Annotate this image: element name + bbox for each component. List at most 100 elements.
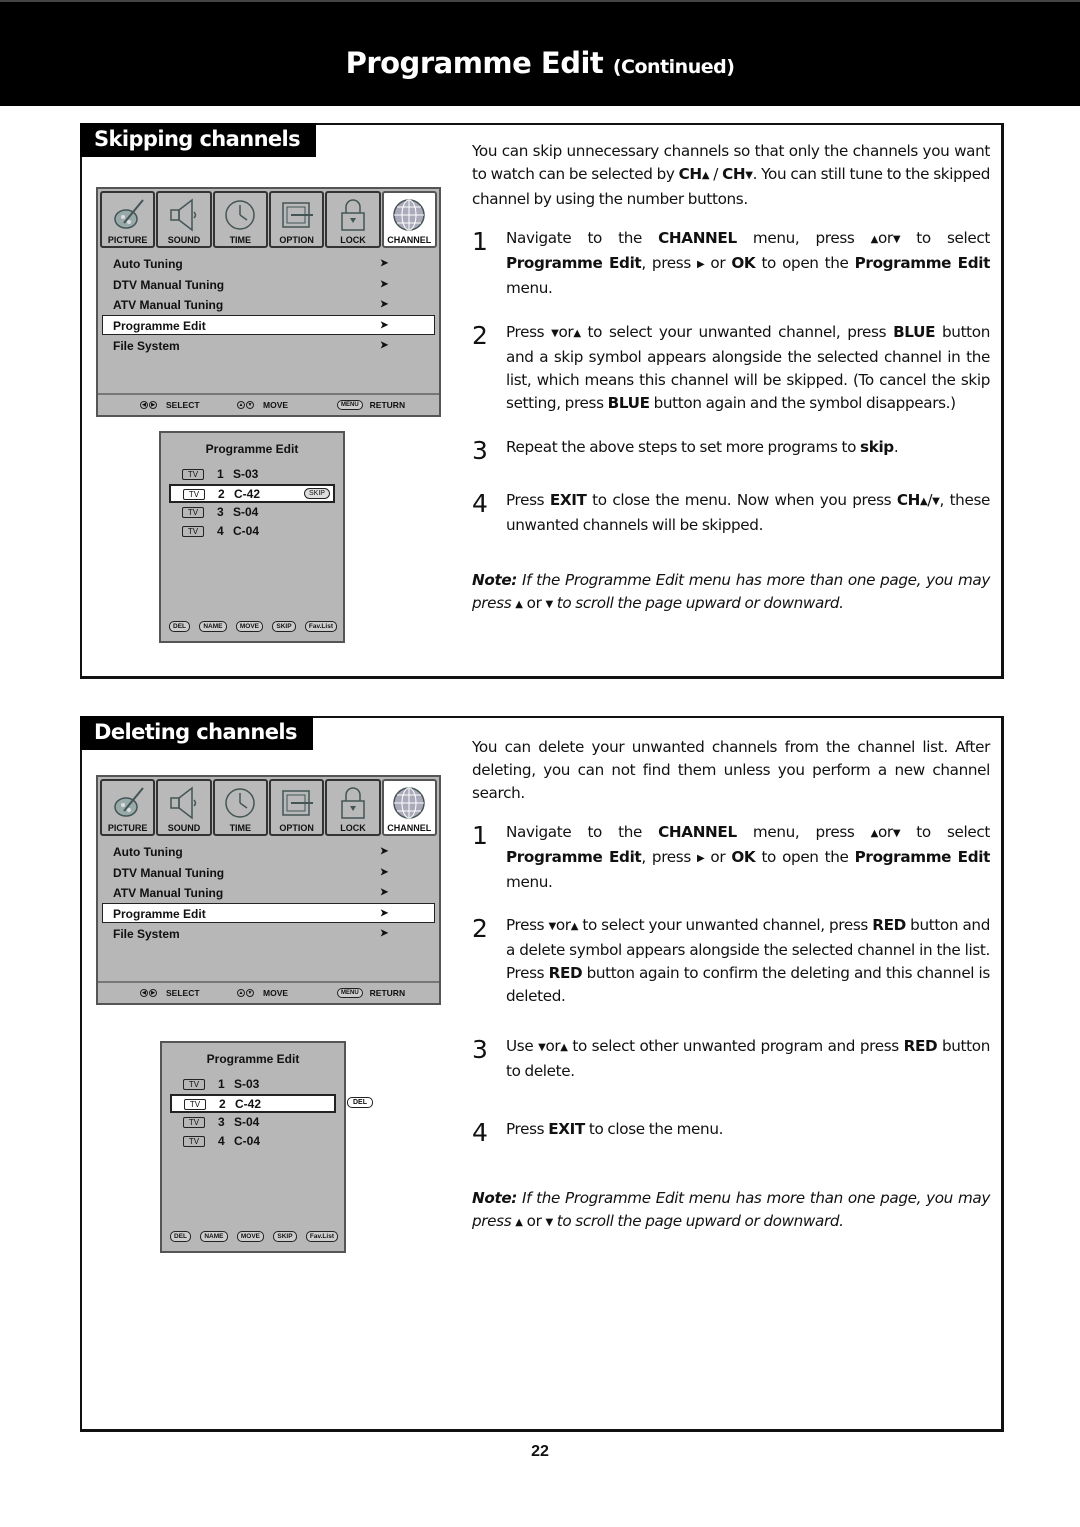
menu-item[interactable]: ATV Manual Tuning ➤ [102,882,435,903]
tab-option[interactable]: OPTION [268,779,325,836]
down-triangle-icon: ▼ [745,170,753,181]
section-title: Deleting channels [80,716,313,750]
chevron-right-icon: ➤ [380,340,389,351]
up-triangle-icon: ▲ [515,599,523,610]
tab-label: LOCK [340,235,366,245]
picture-icon [110,785,146,821]
tab-sound[interactable]: SOUND [156,779,212,836]
channel-row[interactable]: TV 1 S-03 [169,465,335,484]
tab-lock[interactable]: LOCK [325,779,381,836]
channel-name: C-42 [234,487,261,501]
channel-row[interactable]: TV 2 C-42 SKIP [169,484,335,503]
skipping-text: You can skip unnecessary channels so tha… [472,140,990,617]
del-button[interactable]: DEL [169,621,190,632]
chevron-right-icon: ➤ [380,866,389,878]
menu-item[interactable]: Programme Edit ➤ [102,314,435,335]
tab-channel[interactable]: CHANNEL [381,779,437,836]
tab-label: CHANNEL [387,235,432,245]
tab-label: OPTION [279,235,314,245]
fav-list-button[interactable]: Fav.List [305,1231,338,1242]
title-subtitle: (Continued) [612,56,735,78]
step-3: 3 Use ▼or▲ to select other unwanted prog… [472,1035,990,1081]
step-number: 4 [472,1118,488,1147]
return-hint: MENU RETURN [337,400,405,410]
intro-paragraph: You can skip unnecessary channels so tha… [472,142,990,208]
tab-time[interactable]: TIME [212,779,268,836]
lock-icon [335,197,371,233]
menu-key-icon: MENU [337,400,363,410]
tab-label: OPTION [279,823,314,833]
step-number: 3 [472,436,488,465]
menu-item[interactable]: Auto Tuning ➤ [102,841,435,862]
tab-label: PICTURE [107,235,148,245]
menu-item-label: ATV Manual Tuning [113,298,224,312]
step-1: 1 Navigate to the CHANNEL menu, press ▲o… [472,821,990,892]
tab-lock[interactable]: LOCK [325,191,381,248]
up-triangle-icon: ▲ [560,1042,568,1053]
step-number: 4 [472,489,488,518]
channel-number: 2 [219,1097,226,1111]
menu-item[interactable]: DTV Manual Tuning ➤ [102,274,435,295]
globe-icon [391,197,427,233]
step-number: 2 [472,321,488,350]
channel-row[interactable]: TV 4 C-04 [169,522,335,541]
tab-label: LOCK [340,823,366,833]
tab-picture[interactable]: PICTURE [100,779,156,836]
down-triangle-icon: ▼ [545,1217,553,1228]
step-2: 2 Press ▼or▲ to select your unwanted cha… [472,321,990,413]
step-2: 2 Press ▼or▲ to select your unwanted cha… [472,914,990,1006]
tab-time[interactable]: TIME [212,191,268,248]
tab-label: CHANNEL [387,823,432,833]
tab-channel[interactable]: CHANNEL [381,191,437,248]
del-button[interactable]: DEL [170,1231,191,1242]
tab-option[interactable]: OPTION [268,191,325,248]
chevron-right-icon: ➤ [380,258,389,269]
up-triangle-icon: ▲ [870,234,879,245]
channel-number: 4 [217,524,224,538]
skip-button[interactable]: SKIP [273,1231,297,1242]
tab-label: SOUND [167,235,201,245]
sound-icon [166,785,202,821]
channel-menu-screen: PICTURE SOUND TIME OPTION LOCK CHANNEL A… [96,187,441,417]
menu-item[interactable]: File System ➤ [102,923,435,944]
menu-item-label: DTV Manual Tuning [113,865,225,880]
deleting-text: You can delete your unwanted channels fr… [472,736,990,1235]
name-button[interactable]: NAME [200,1231,228,1242]
sound-icon [166,197,202,233]
move-button[interactable]: MOVE [236,1231,265,1242]
note: Note: If the Programme Edit menu has mor… [472,569,990,617]
step-1: 1 Navigate to the CHANNEL menu, press ▲o… [472,227,990,298]
menu-item[interactable]: DTV Manual Tuning ➤ [102,862,435,883]
menu-item[interactable]: Auto Tuning ➤ [102,253,435,274]
fav-list-button[interactable]: Fav.List [304,621,337,632]
menu-tabs: PICTURE SOUND TIME OPTION LOCK CHANNEL [100,779,437,837]
move-button[interactable]: MOVE [235,621,264,632]
up-triangle-icon: ▲ [573,328,581,339]
channel-list: TV 1 S-03 TV 2 C-42 TV 3 S-04 TV 4 C-04 [170,1075,336,1151]
move-hint: ▲ ▼ MOVE [237,988,289,998]
channel-number: 3 [218,1115,225,1129]
menu-item[interactable]: ATV Manual Tuning ➤ [102,294,435,315]
channel-row[interactable]: TV 3 S-04 [169,503,335,522]
menu-footer: ◀ ▶ SELECT ▲ ▼ MOVE MENU RETURN [98,393,439,415]
tv-badge: TV [183,1117,205,1128]
channel-row[interactable]: TV 2 C-42 [170,1094,336,1113]
skip-button[interactable]: SKIP [272,621,296,632]
channel-name: C-42 [235,1097,262,1111]
step-3: 3 Repeat the above steps to set more pro… [472,436,899,465]
down-triangle-icon: ▼ [892,234,901,245]
menu-item[interactable]: Programme Edit ➤ [102,902,435,923]
tab-label: PICTURE [107,823,148,833]
tab-picture[interactable]: PICTURE [100,191,156,248]
menu-list: Auto Tuning ➤ DTV Manual Tuning ➤ ATV Ma… [102,253,435,356]
up-down-keys-icon: ▲ ▼ [237,401,254,409]
channel-row[interactable]: TV 1 S-03 [170,1075,336,1094]
tab-sound[interactable]: SOUND [156,191,212,248]
name-button[interactable]: NAME [199,621,227,632]
delete-icon: DEL [347,1097,373,1108]
menu-footer: ◀ ▶ SELECT ▲ ▼ MOVE MENU RETURN [98,981,439,1003]
tv-badge: TV [182,526,204,537]
channel-row[interactable]: TV 3 S-04 [170,1113,336,1132]
menu-item[interactable]: File System ➤ [102,335,435,356]
channel-row[interactable]: TV 4 C-04 [170,1132,336,1151]
